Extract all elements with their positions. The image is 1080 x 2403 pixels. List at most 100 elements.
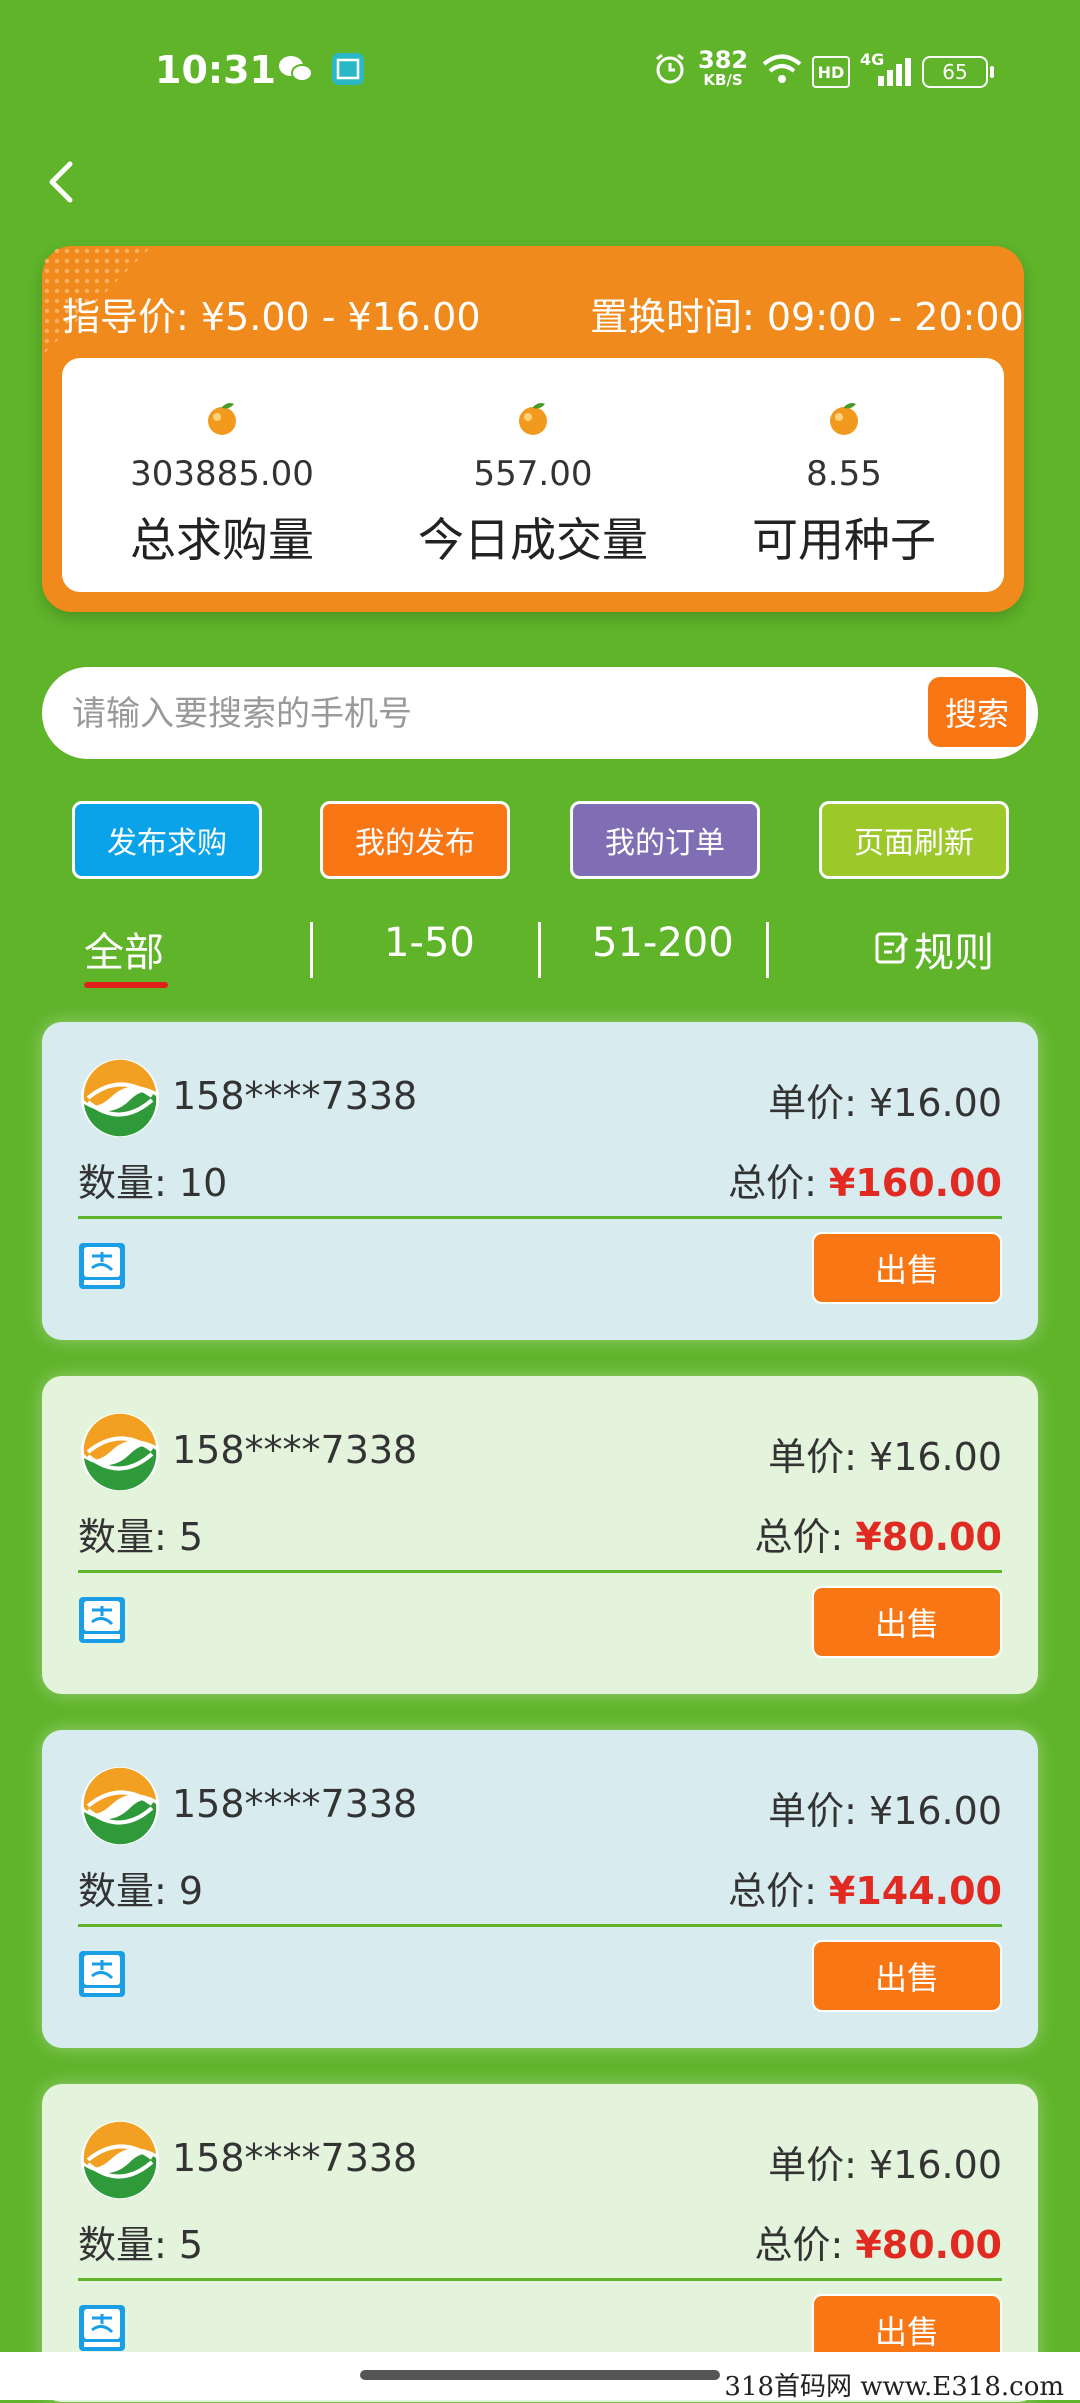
wechat-icon	[276, 52, 316, 86]
hd-badge: HD	[812, 56, 850, 88]
quantity: 数量: 5	[78, 2214, 203, 2269]
publish-request-button[interactable]: 发布求购	[72, 801, 262, 879]
stat-label: 总求购量	[130, 513, 314, 567]
swap-time: 置换时间: 09:00 - 20:00	[590, 295, 1024, 339]
tab-range-1-50[interactable]: 1-50	[384, 920, 475, 966]
tab-divider	[310, 922, 313, 978]
total-price-label: 总价:	[728, 1161, 817, 1205]
stat-value: 303885.00	[130, 454, 314, 494]
network-speed: 382 KB/S	[698, 48, 748, 90]
alipay-icon	[79, 1951, 125, 1997]
quantity: 数量: 9	[78, 1860, 203, 1915]
quantity-label: 数量:	[78, 1869, 167, 1913]
stat-today-volume: 557.00 今日成交量	[383, 398, 683, 570]
tab-all[interactable]: 全部	[84, 920, 164, 978]
buyer-phone: 158****7338	[172, 1428, 418, 1472]
signal-icon	[878, 56, 911, 86]
app-notification-icon	[330, 52, 366, 86]
unit-price-label: 单价:	[768, 1081, 857, 1125]
unit-price-label: 单价:	[768, 2143, 857, 2187]
card-divider	[78, 1216, 1002, 1219]
quantity-label: 数量:	[78, 1515, 167, 1559]
status-bar: 10:31 382 KB/S HD 4G 65	[0, 0, 1080, 140]
orange-icon	[830, 403, 858, 435]
refresh-page-button[interactable]: 页面刷新	[819, 801, 1009, 879]
unit-price-value: ¥16.00	[869, 1081, 1002, 1125]
guide-price: 指导价: ¥5.00 - ¥16.00	[62, 295, 481, 339]
card-divider	[78, 1570, 1002, 1573]
avatar	[81, 1767, 159, 1845]
unit-price: 单价: ¥16.00	[768, 1426, 1002, 1481]
back-button[interactable]	[40, 150, 90, 210]
card-divider	[78, 1924, 1002, 1927]
active-tab-indicator	[84, 982, 168, 988]
orange-icon	[519, 403, 547, 435]
unit-price-value: ¥16.00	[869, 1789, 1002, 1833]
tab-divider	[538, 922, 541, 978]
buyer-phone: 158****7338	[172, 1782, 418, 1826]
unit-price: 单价: ¥16.00	[768, 1072, 1002, 1127]
orange-icon	[208, 403, 236, 435]
battery-icon: 65	[922, 56, 994, 88]
edit-note-icon	[875, 932, 909, 964]
summary-card: 指导价: ¥5.00 - ¥16.00 置换时间: 09:00 - 20:00 …	[42, 246, 1024, 612]
quantity-label: 数量:	[78, 1161, 167, 1205]
total-price: 总价: ¥144.00	[728, 1860, 1002, 1915]
unit-price-value: ¥16.00	[869, 1435, 1002, 1479]
total-price: 总价: ¥80.00	[755, 2214, 1002, 2269]
order-card: 158****7338 单价: ¥16.00 数量: 10 总价: ¥160.00…	[42, 1022, 1038, 1340]
unit-price-label: 单价:	[768, 1435, 857, 1479]
network-speed-unit: KB/S	[703, 71, 743, 89]
card-divider	[78, 2278, 1002, 2281]
alipay-icon	[79, 2305, 125, 2351]
alarm-icon	[652, 52, 688, 86]
unit-price-value: ¥16.00	[869, 2143, 1002, 2187]
total-price-value: ¥80.00	[855, 1515, 1002, 1559]
total-price-label: 总价:	[728, 1869, 817, 1913]
tab-rules[interactable]: 规则	[914, 920, 994, 978]
stat-label: 今日成交量	[418, 513, 648, 567]
quantity-value: 9	[178, 1869, 204, 1913]
quantity-value: 5	[178, 2223, 204, 2267]
stat-available-seeds: 8.55 可用种子	[694, 398, 994, 570]
tab-divider	[766, 922, 769, 978]
avatar	[81, 1413, 159, 1491]
quantity-value: 5	[178, 1515, 204, 1559]
status-time: 10:31	[155, 48, 276, 92]
sell-button[interactable]: 出售	[812, 1586, 1002, 1658]
buyer-phone: 158****7338	[172, 1074, 418, 1118]
stat-label: 可用种子	[752, 513, 936, 567]
avatar	[81, 1059, 159, 1137]
quantity: 数量: 10	[78, 1152, 227, 1207]
stat-total-demand: 303885.00 总求购量	[72, 398, 372, 570]
unit-price: 单价: ¥16.00	[768, 1780, 1002, 1835]
battery-level: 65	[942, 60, 968, 84]
wifi-icon	[760, 52, 804, 86]
my-posts-button[interactable]: 我的发布	[320, 801, 510, 879]
chevron-left-icon	[49, 161, 73, 203]
total-price-label: 总价:	[754, 1515, 844, 1559]
watermark: 318首码网 www.E318.com	[724, 2372, 1064, 2402]
buyer-phone: 158****7338	[172, 2136, 418, 2180]
total-price-value: ¥80.00	[855, 2223, 1002, 2267]
home-gesture-handle[interactable]	[360, 2370, 720, 2380]
total-price-value: ¥144.00	[828, 1869, 1002, 1913]
total-price: 总价: ¥160.00	[728, 1152, 1002, 1207]
search-button[interactable]: 搜索	[928, 677, 1026, 747]
search-bar: 搜索	[42, 667, 1038, 759]
stat-value: 557.00	[473, 454, 593, 494]
stat-value: 8.55	[806, 454, 882, 494]
quantity-label: 数量:	[78, 2223, 167, 2267]
sell-button[interactable]: 出售	[812, 1940, 1002, 2012]
sell-button[interactable]: 出售	[812, 1232, 1002, 1304]
tab-range-51-200[interactable]: 51-200	[592, 920, 734, 966]
quantity: 数量: 5	[78, 1506, 203, 1561]
order-card: 158****7338 单价: ¥16.00 数量: 5 总价: ¥80.00 出…	[42, 1376, 1038, 1694]
my-orders-button[interactable]: 我的订单	[570, 801, 760, 879]
total-price-label: 总价:	[754, 2223, 844, 2267]
phone-search-input[interactable]	[70, 683, 934, 745]
unit-price: 单价: ¥16.00	[768, 2134, 1002, 2189]
alipay-icon	[79, 1597, 125, 1643]
avatar	[81, 2121, 159, 2199]
alipay-icon	[79, 1243, 125, 1289]
